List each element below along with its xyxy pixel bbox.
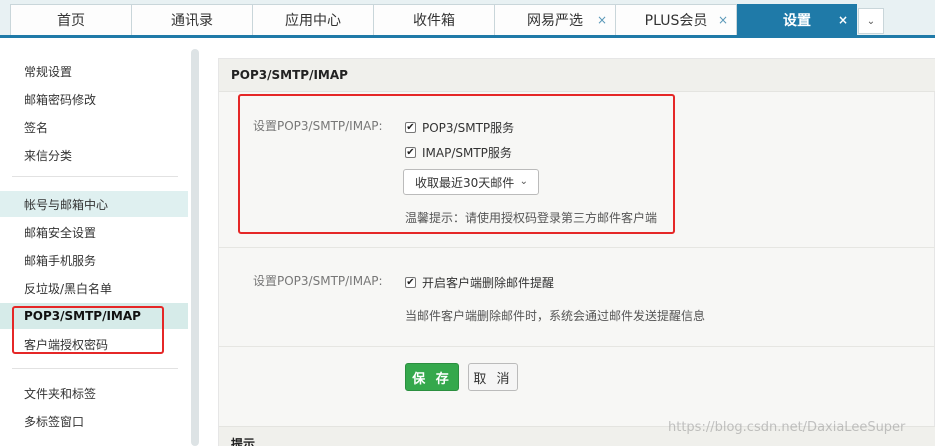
sidebar-item-label: 邮箱密码修改: [24, 92, 97, 107]
divider: [219, 346, 935, 347]
setting-label: 设置POP3/SMTP/IMAP:: [253, 119, 383, 133]
tab-bar: 首页 通讯录 应用中心 收件箱 网易严选 × PLUS会员 × 设置 × ⌄: [0, 0, 935, 38]
sidebar-item-label: 反垃圾/黑白名单: [24, 281, 113, 296]
sidebar-item-antispam[interactable]: 反垃圾/黑白名单: [0, 275, 188, 301]
sidebar-item-label: POP3/SMTP/IMAP: [24, 309, 141, 323]
sidebar-item-account-center[interactable]: 帐号与邮箱中心: [0, 191, 188, 217]
sidebar-divider: [12, 176, 178, 177]
tab-label: 设置: [783, 13, 811, 29]
option-label: 开启客户端删除邮件提醒: [422, 276, 555, 290]
sidebar-item-label: 来信分类: [24, 148, 73, 163]
cancel-button[interactable]: 取 消: [468, 363, 518, 391]
close-icon[interactable]: ×: [718, 13, 728, 27]
sidebar-item-label: 多标签窗口: [24, 414, 85, 429]
sidebar-item-label: 常规设置: [24, 64, 73, 79]
tab-home[interactable]: 首页: [10, 4, 132, 35]
chevron-down-icon[interactable]: ⌄: [858, 8, 884, 34]
tab-label: 首页: [57, 13, 85, 29]
section-title: POP3/SMTP/IMAP: [219, 59, 935, 92]
sidebar-item-signature[interactable]: 签名: [0, 114, 188, 140]
tab-label: 应用中心: [285, 13, 341, 29]
tab-app-center[interactable]: 应用中心: [252, 4, 374, 35]
settings-sidebar: 常规设置 邮箱密码修改 签名 来信分类 帐号与邮箱中心 邮箱安全设置 邮箱手机服…: [0, 41, 200, 446]
receive-range-select[interactable]: 收取最近30天邮件 ⌄: [403, 169, 539, 195]
sidebar-item-label: 客户端授权密码: [24, 337, 109, 352]
close-icon[interactable]: ×: [838, 13, 848, 27]
setting-label: 设置POP3/SMTP/IMAP:: [253, 274, 383, 288]
tab-inbox[interactable]: 收件箱: [373, 4, 495, 35]
option-label: IMAP/SMTP服务: [422, 146, 512, 160]
sidebar-item-multi-tab[interactable]: 多标签窗口: [0, 408, 188, 434]
option-label: POP3/SMTP服务: [422, 121, 515, 135]
sidebar-item-label: 文件夹和标签: [24, 386, 97, 401]
save-button[interactable]: 保 存: [405, 363, 459, 391]
tab-label: 网易严选: [527, 13, 583, 29]
tab-yanxuan[interactable]: 网易严选 ×: [494, 4, 616, 35]
delete-reminder-desc: 当邮件客户端删除邮件时，系统会通过邮件发送提醒信息: [405, 309, 706, 323]
sidebar-item-mail-filter[interactable]: 来信分类: [0, 142, 188, 168]
chevron-down-icon: ⌄: [519, 176, 528, 187]
tab-label: 通讯录: [171, 13, 213, 29]
watermark: https://blog.csdn.net/DaxiaLeeSuper: [668, 420, 906, 435]
checkbox-checked-icon[interactable]: ✔: [405, 147, 416, 158]
sidebar-item-general[interactable]: 常规设置: [0, 58, 188, 84]
sidebar-item-label: 帐号与邮箱中心: [24, 197, 109, 212]
sidebar-item-client-auth[interactable]: 客户端授权密码: [0, 331, 188, 357]
sidebar-item-mobile[interactable]: 邮箱手机服务: [0, 247, 188, 273]
sidebar-divider: [12, 368, 178, 369]
tab-label: PLUS会员: [644, 13, 708, 29]
tab-settings[interactable]: 设置 ×: [737, 4, 857, 35]
tab-contacts[interactable]: 通讯录: [131, 4, 253, 35]
pop3-smtp-option[interactable]: ✔ POP3/SMTP服务: [405, 119, 514, 136]
tab-plus[interactable]: PLUS会员 ×: [615, 4, 737, 35]
imap-smtp-option[interactable]: ✔ IMAP/SMTP服务: [405, 144, 512, 161]
checkbox-checked-icon[interactable]: ✔: [405, 122, 416, 133]
sidebar-item-pop3[interactable]: POP3/SMTP/IMAP: [0, 303, 188, 329]
checkbox-checked-icon[interactable]: ✔: [405, 277, 416, 288]
sidebar-item-label: 签名: [24, 120, 49, 135]
tab-label: 收件箱: [413, 13, 455, 29]
divider: [219, 247, 935, 248]
sidebar-item-password[interactable]: 邮箱密码修改: [0, 86, 188, 112]
warm-tip: 温馨提示：请使用授权码登录第三方邮件客户端: [405, 211, 658, 225]
select-value: 收取最近30天邮件: [415, 175, 515, 190]
delete-reminder-option[interactable]: ✔ 开启客户端删除邮件提醒: [405, 274, 554, 291]
sidebar-scrollbar[interactable]: [191, 49, 199, 446]
sidebar-item-folders[interactable]: 文件夹和标签: [0, 380, 188, 406]
sidebar-item-label: 邮箱手机服务: [24, 253, 97, 268]
sidebar-item-security[interactable]: 邮箱安全设置: [0, 219, 188, 245]
close-icon[interactable]: ×: [597, 13, 607, 27]
settings-panel: POP3/SMTP/IMAP 设置POP3/SMTP/IMAP: ✔ POP3/…: [218, 58, 935, 446]
sidebar-item-label: 邮箱安全设置: [24, 225, 97, 240]
